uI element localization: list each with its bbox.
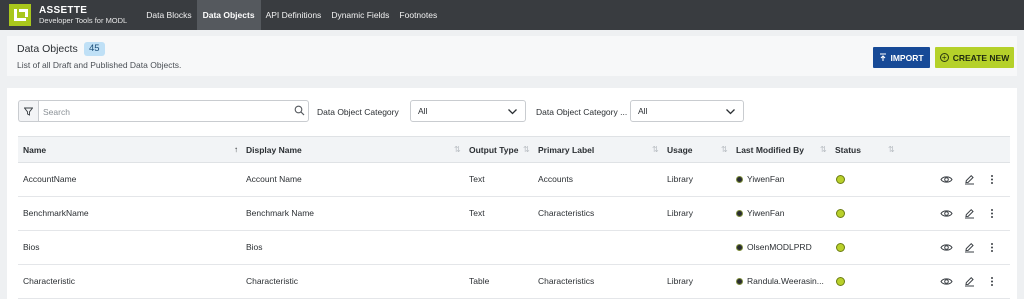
more-options-icon[interactable]	[989, 208, 995, 219]
more-options-icon[interactable]	[989, 242, 995, 253]
cell-primary-label: Characteristics	[538, 276, 595, 286]
chevron-down-icon	[508, 109, 517, 115]
status-published-icon	[836, 209, 845, 218]
cell-last-modified-by: Randula.Weerasin...	[736, 265, 828, 298]
create-new-button[interactable]: + CREATE NEW	[935, 47, 1014, 68]
category2-select[interactable]: All	[630, 100, 744, 122]
tab-dynamic-fields[interactable]: Dynamic Fields	[326, 0, 394, 30]
column-header-display-name[interactable]: Display Name	[246, 137, 302, 163]
more-options-icon[interactable]	[989, 174, 995, 185]
cell-name: Characteristic	[23, 276, 75, 286]
app-logo[interactable]	[9, 4, 31, 26]
modified-by-name: Randula.Weerasin...	[747, 276, 824, 286]
cell-display-name: Bios	[246, 242, 263, 252]
category-select[interactable]: All	[410, 100, 526, 122]
page-subtitle: List of all Draft and Published Data Obj…	[17, 60, 182, 70]
column-header-last-modified-by[interactable]: Last Modified By	[736, 137, 804, 163]
cell-name: Bios	[23, 242, 40, 252]
create-new-label: CREATE NEW	[952, 52, 1010, 63]
status-published-icon	[836, 243, 845, 252]
brand: ASSETTE Developer Tools for MODL	[39, 0, 127, 30]
edit-icon[interactable]	[964, 208, 975, 219]
import-button[interactable]: IMPORT	[873, 47, 930, 68]
column-header-output-type[interactable]: Output Type	[469, 137, 518, 163]
column-header-primary-label[interactable]: Primary Label	[538, 137, 594, 163]
table-row[interactable]: Characteristic Characteristic Table Char…	[18, 265, 1010, 299]
cell-output-type: Text	[469, 174, 485, 184]
cell-last-modified-by: OlsenMODLPRD	[736, 231, 828, 264]
more-options-icon[interactable]	[989, 276, 995, 287]
plus-circle-icon: +	[939, 53, 949, 62]
app-subtitle: Developer Tools for MODL	[39, 16, 128, 25]
sort-icon[interactable]: ⇅	[888, 137, 895, 163]
cell-usage: Library	[667, 174, 693, 184]
tab-api-definitions[interactable]: API Definitions	[261, 0, 327, 30]
view-icon[interactable]	[940, 174, 953, 185]
search-input[interactable]	[43, 104, 283, 119]
modified-by-name: YiwenFan	[747, 208, 785, 218]
avatar	[736, 176, 743, 183]
modified-by-name: YiwenFan	[747, 174, 785, 184]
page-header: Data Objects 45 List of all Draft and Pu…	[7, 36, 1017, 76]
avatar	[736, 244, 743, 251]
column-header-name[interactable]: Name	[23, 137, 46, 163]
sort-icon[interactable]: ⇅	[820, 137, 827, 163]
cell-name: BenchmarkName	[23, 208, 89, 218]
view-icon[interactable]	[940, 242, 953, 253]
sort-icon[interactable]: ⇅	[523, 137, 530, 163]
column-header-status[interactable]: Status	[835, 137, 861, 163]
cell-display-name: Characteristic	[246, 276, 298, 286]
app-name: ASSETTE	[39, 5, 88, 16]
view-icon[interactable]	[940, 276, 953, 287]
count-badge: 45	[84, 42, 105, 56]
cell-name: AccountName	[23, 174, 77, 184]
edit-icon[interactable]	[964, 174, 975, 185]
cell-output-type: Table	[469, 276, 490, 286]
filter-button[interactable]	[18, 100, 38, 122]
cell-primary-label: Characteristics	[538, 208, 595, 218]
table-header: Name ↑ Display Name ⇅ Output Type ⇅ Prim…	[18, 136, 1010, 163]
tab-footnotes[interactable]: Footnotes	[394, 0, 442, 30]
avatar	[736, 278, 743, 285]
category-filter-label: Data Object Category	[317, 107, 399, 117]
table-row[interactable]: AccountName Account Name Text Accounts L…	[18, 163, 1010, 197]
search-box	[38, 100, 309, 122]
table-row[interactable]: BenchmarkName Benchmark Name Text Charac…	[18, 197, 1010, 231]
filter-icon	[24, 107, 33, 116]
cell-usage: Library	[667, 276, 693, 286]
sort-icon[interactable]: ⇅	[721, 137, 728, 163]
edit-icon[interactable]	[964, 276, 975, 287]
data-objects-table: Name ↑ Display Name ⇅ Output Type ⇅ Prim…	[18, 136, 1010, 299]
edit-icon[interactable]	[964, 242, 975, 253]
cell-last-modified-by: YiwenFan	[736, 163, 828, 196]
tab-data-objects[interactable]: Data Objects	[196, 0, 261, 30]
view-icon[interactable]	[940, 208, 953, 219]
cell-primary-label: Accounts	[538, 174, 573, 184]
tab-data-blocks[interactable]: Data Blocks	[141, 0, 196, 30]
column-header-usage[interactable]: Usage	[667, 137, 693, 163]
sort-asc-icon[interactable]: ↑	[234, 137, 238, 163]
sort-icon[interactable]: ⇅	[454, 137, 461, 163]
modified-by-name: OlsenMODLPRD	[747, 242, 812, 252]
status-published-icon	[836, 277, 845, 286]
category-select-value: All	[418, 106, 428, 116]
sort-icon[interactable]: ⇅	[652, 137, 659, 163]
page-title: Data Objects	[17, 43, 78, 55]
cell-display-name: Account Name	[246, 174, 302, 184]
category2-filter-label: Data Object Category ...	[536, 107, 628, 117]
upload-icon	[880, 53, 887, 61]
chevron-down-icon	[726, 109, 735, 115]
top-nav: ASSETTE Developer Tools for MODL Data Bl…	[0, 0, 1024, 30]
category2-select-value: All	[638, 106, 648, 116]
status-published-icon	[836, 175, 845, 184]
cell-output-type: Text	[469, 208, 485, 218]
avatar	[736, 210, 743, 217]
search-icon[interactable]	[294, 105, 305, 116]
cell-last-modified-by: YiwenFan	[736, 197, 828, 230]
data-objects-panel: Data Object Category All Data Object Cat…	[7, 88, 1017, 299]
cell-display-name: Benchmark Name	[246, 208, 315, 218]
cell-usage: Library	[667, 208, 693, 218]
import-label: IMPORT	[890, 52, 924, 63]
table-row[interactable]: Bios Bios OlsenMODLPRD	[18, 231, 1010, 265]
